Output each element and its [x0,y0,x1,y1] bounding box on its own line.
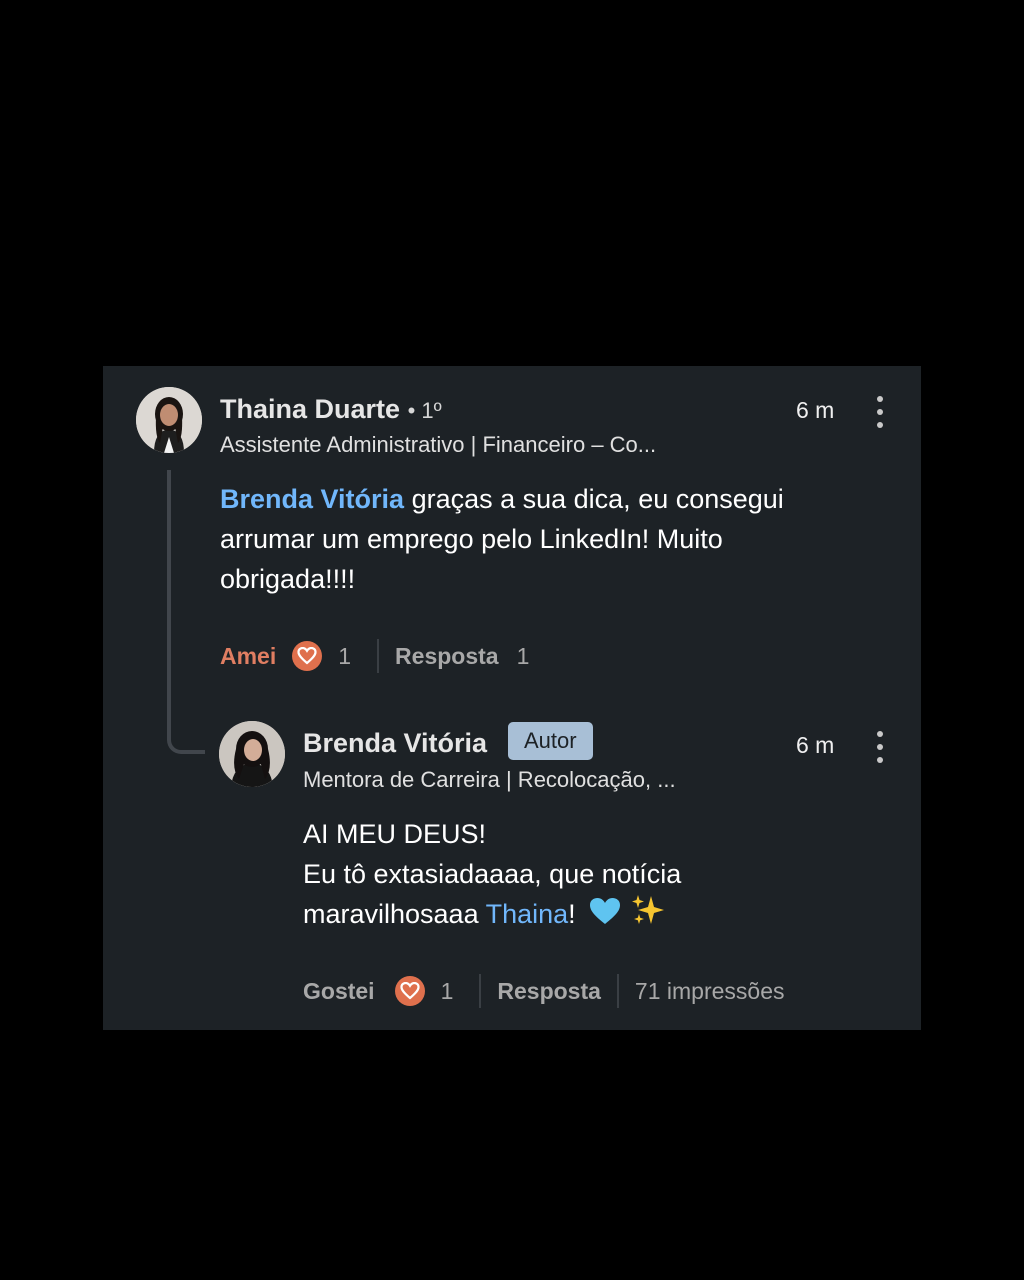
reply-time: 6 m [796,732,835,758]
reply-count[interactable]: 1 [517,643,530,670]
reply-more-button[interactable] [870,731,890,763]
comment-body-line2: arrumar um emprego pelo LinkedIn! Muito [220,524,723,554]
action-divider [377,639,380,673]
reaction-button[interactable]: Amei [220,643,276,670]
comment-time: 6 m [796,397,835,423]
action-divider [616,974,619,1008]
reply-body-line2: Eu tô extasiadaaaa, que notícia [303,859,682,889]
sparkles-emoji [631,894,665,937]
reply-body-line1: AI MEU DEUS! [303,819,487,849]
reply-actions: Gostei 1 Resposta 71 impressões [303,973,785,1009]
reply-author-name[interactable]: Brenda Vitória [303,727,487,759]
comment-author-name-text[interactable]: Thaina Duarte [220,394,400,424]
more-vertical-icon-dot [877,422,883,428]
avatar-thaina[interactable] [136,387,202,453]
reply-reaction-count[interactable]: 1 [441,978,454,1005]
mention-brenda[interactable]: Brenda Vitória [220,484,404,514]
avatar-brenda[interactable] [219,721,285,787]
reply-text-after-mention: ! [568,899,576,929]
reply-body: AI MEU DEUS! Eu tô extasiadaaaa, que not… [303,814,883,937]
impressions-count[interactable]: 71 impressões [635,978,785,1005]
more-vertical-icon-dot [877,409,883,415]
comment-text-part1: graças a sua dica, eu consegui [404,484,784,514]
comment-body-line3: obrigada!!!! [220,564,356,594]
reaction-count[interactable]: 1 [338,643,351,670]
reply-body-line3: maravilhosaaa Thaina! [303,894,883,937]
connection-degree: • 1º [407,398,442,423]
more-vertical-icon [877,731,883,737]
comment-body: Brenda Vitória graças a sua dica, eu con… [220,479,880,599]
mention-thaina[interactable]: Thaina [486,899,569,929]
heart-reaction-icon[interactable] [292,641,323,671]
more-vertical-icon-dot [877,744,883,750]
comment-card: Thaina Duarte • 1º Assistente Administra… [103,366,921,1030]
avatar-brenda-image [219,721,285,787]
more-vertical-icon-dot [877,757,883,763]
avatar-thaina-image [136,387,202,453]
thread-connector-line [167,470,205,754]
author-badge: Autor [508,722,593,760]
comment-body-line1: Brenda Vitória graças a sua dica, eu con… [220,479,880,519]
like-button[interactable]: Gostei [303,978,375,1005]
comment-author-headline: Assistente Administrativo | Financeiro –… [220,432,657,457]
more-vertical-icon [877,396,883,402]
reply-text-before-mention: maravilhosaaa [303,899,486,929]
reply-reply-button[interactable]: Resposta [497,978,601,1005]
blue-heart-emoji [589,896,621,936]
heart-reaction-icon[interactable] [394,976,425,1006]
reply-author-headline: Mentora de Carreira | Recolocação, ... [303,767,676,792]
action-divider [479,974,482,1008]
comment-actions: Amei 1 Resposta 1 [220,638,529,674]
comment-author-name[interactable]: Thaina Duarte • 1º [220,393,442,427]
comment-more-button[interactable] [870,396,890,428]
reply-button[interactable]: Resposta [395,643,499,670]
